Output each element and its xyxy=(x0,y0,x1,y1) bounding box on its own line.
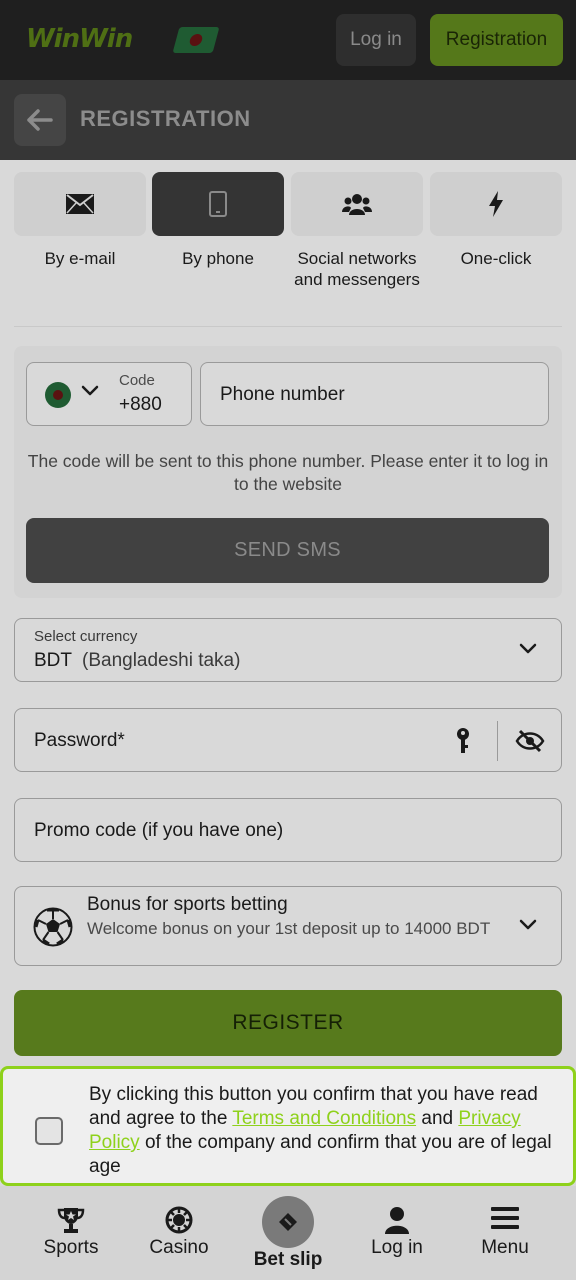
soccer-ball-icon xyxy=(33,907,73,947)
nav-item-menu[interactable]: Menu xyxy=(464,1186,546,1280)
users-icon xyxy=(342,194,372,215)
currency-label: Select currency xyxy=(34,628,138,645)
casino-chip-icon xyxy=(165,1206,193,1234)
bet-slip-button[interactable] xyxy=(262,1196,314,1248)
tab-one-click[interactable]: One-click xyxy=(430,172,562,269)
password-placeholder: Password* xyxy=(34,730,125,751)
smartphone-icon xyxy=(209,191,227,217)
bottom-navigation: Sports Casino Bet slip Log in Menu xyxy=(0,1186,576,1280)
nav-label: Sports xyxy=(43,1237,99,1258)
page-title: REGISTRATION xyxy=(80,106,251,131)
country-code-select[interactable]: Code +880 xyxy=(26,362,192,426)
user-icon xyxy=(385,1207,409,1234)
phone-number-input[interactable]: Phone number xyxy=(200,362,549,426)
nav-item-sports[interactable]: Sports xyxy=(30,1186,112,1280)
bangladesh-flag-icon xyxy=(45,382,71,408)
promo-code-input[interactable]: Promo code (if you have one) xyxy=(14,798,562,862)
header-login-button[interactable]: Log in xyxy=(336,14,416,66)
chevron-down-icon xyxy=(81,385,99,396)
key-icon[interactable] xyxy=(455,727,471,755)
back-button[interactable] xyxy=(14,94,66,146)
tab-by-email[interactable]: By e-mail xyxy=(14,172,146,269)
consent-text-part: and xyxy=(416,1108,459,1129)
tabs-divider xyxy=(14,326,562,327)
ticket-icon xyxy=(279,1213,297,1231)
consent-box: By clicking this button you confirm that… xyxy=(0,1066,576,1186)
currency-value: BDT (Bangladeshi taka) xyxy=(34,650,240,672)
bonus-title: Bonus for sports betting xyxy=(87,894,288,915)
nav-item-login[interactable]: Log in xyxy=(356,1186,438,1280)
register-button[interactable]: REGISTER xyxy=(14,990,562,1056)
tab-social-networks[interactable]: Social networks and messengers xyxy=(291,172,423,290)
send-sms-button[interactable]: SEND SMS xyxy=(26,518,549,583)
tab-label: By phone xyxy=(182,249,254,268)
header-registration-button[interactable]: Registration xyxy=(430,14,563,66)
arrow-left-icon xyxy=(27,109,53,131)
nav-label: Casino xyxy=(149,1237,209,1258)
envelope-icon xyxy=(66,194,94,214)
code-value: +880 xyxy=(119,394,162,415)
title-bar: REGISTRATION xyxy=(0,80,576,160)
terms-link[interactable]: Terms and Conditions xyxy=(232,1108,416,1129)
promo-code-placeholder: Promo code (if you have one) xyxy=(34,820,284,841)
nav-label: Bet slip xyxy=(253,1249,323,1270)
trophy-icon xyxy=(57,1208,85,1233)
registration-method-tabs: By e-mail By phone Social networks and m… xyxy=(14,172,562,322)
consent-text-part: of the company and confirm that you are … xyxy=(89,1132,552,1177)
nav-item-casino[interactable]: Casino xyxy=(138,1186,220,1280)
consent-checkbox[interactable] xyxy=(35,1117,63,1145)
currency-select[interactable]: Select currency BDT (Bangladeshi taka) xyxy=(14,618,562,682)
tab-by-phone[interactable]: By phone xyxy=(152,172,284,269)
bangladesh-flag-icon[interactable] xyxy=(172,27,220,53)
sms-hint-text: The code will be sent to this phone numb… xyxy=(27,451,549,494)
tab-label: By e-mail xyxy=(44,249,116,268)
tab-label: One-click xyxy=(460,249,532,268)
winwin-logo[interactable]: WinWin xyxy=(26,24,133,54)
currency-code: BDT xyxy=(34,650,72,671)
top-header: WinWin Log in Registration xyxy=(0,0,576,80)
nav-label: Log in xyxy=(371,1237,423,1258)
chevron-down-icon xyxy=(519,919,537,930)
chevron-down-icon xyxy=(519,643,537,654)
code-label: Code xyxy=(119,372,155,389)
hamburger-menu-icon xyxy=(491,1207,519,1229)
field-separator xyxy=(497,721,498,761)
lightning-icon xyxy=(489,191,503,217)
password-field[interactable]: Password* xyxy=(14,708,562,772)
nav-label: Menu xyxy=(481,1237,529,1258)
bonus-description: Welcome bonus on your 1st deposit up to … xyxy=(87,919,491,938)
tab-label: Social networks and messengers xyxy=(294,249,420,289)
phone-number-placeholder: Phone number xyxy=(220,384,345,405)
currency-name: (Bangladeshi taka) xyxy=(82,650,241,671)
consent-text: By clicking this button you confirm that… xyxy=(89,1083,559,1179)
eye-slash-icon[interactable] xyxy=(515,729,545,753)
bonus-select[interactable]: Bonus for sports betting Welcome bonus o… xyxy=(14,886,562,966)
phone-registration-card: Code +880 Phone number The code will be … xyxy=(14,346,562,598)
